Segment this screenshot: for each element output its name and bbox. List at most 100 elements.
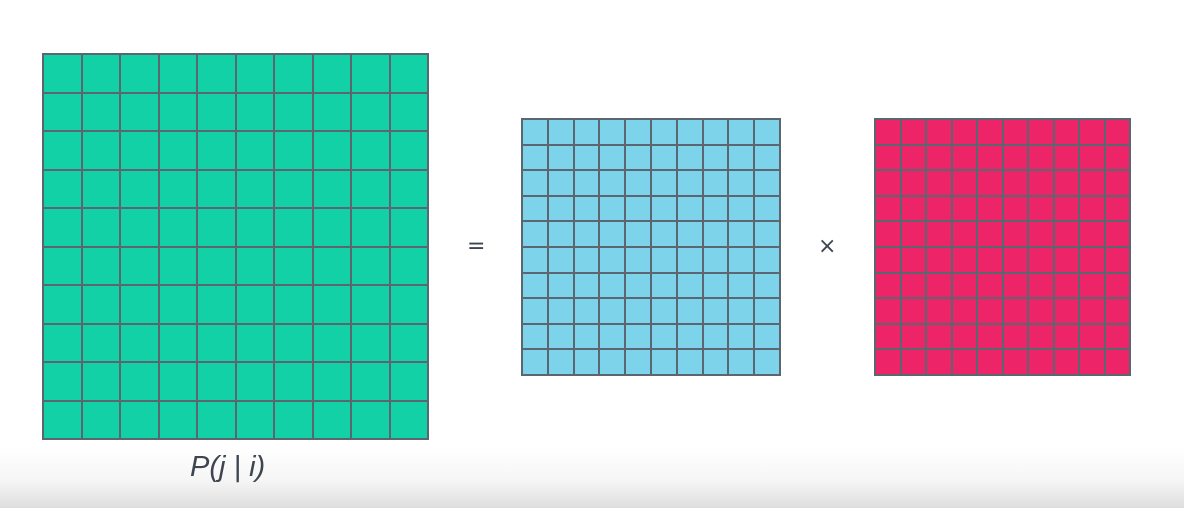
matrix-cell [1080, 350, 1104, 374]
matrix-cell [1054, 145, 1078, 170]
matrix-cell [198, 209, 235, 246]
matrix-cell [901, 196, 925, 221]
matrix-cell [1054, 222, 1078, 246]
matrix-cell [703, 120, 728, 144]
matrix-cell [352, 55, 389, 92]
matrix-cell [236, 170, 273, 207]
matrix-cell [574, 350, 599, 374]
matrix-cell [1029, 145, 1053, 170]
matrix-cell [755, 248, 779, 272]
matrix-cell [755, 273, 779, 298]
matrix-cell [390, 286, 427, 323]
matrix-cell [1080, 171, 1104, 195]
matrix-cell [677, 324, 702, 349]
matrix-cell [978, 196, 1002, 221]
matrix-cell [626, 222, 650, 246]
matrix-cell [82, 132, 119, 169]
matrix-cell [703, 196, 728, 221]
matrix-cell [729, 171, 754, 195]
matrix-cell [121, 401, 158, 438]
matrix-cell [651, 299, 676, 323]
matrix-cell [313, 286, 350, 323]
matrix-cell [1003, 299, 1027, 323]
matrix-cell [876, 248, 900, 272]
matrix-cell [927, 248, 951, 272]
matrix-cell [1029, 196, 1053, 221]
matrix-cell [1080, 145, 1104, 170]
matrix-cell [1054, 120, 1078, 144]
matrix-cell [952, 196, 976, 221]
matrix-cell [952, 145, 976, 170]
matrix-cell [198, 286, 235, 323]
matrix-cell [651, 171, 676, 195]
matrix-cell [159, 401, 196, 438]
matrix-cell [198, 401, 235, 438]
matrix-cell [677, 273, 702, 298]
matrix-cell [313, 93, 350, 130]
matrix-cell [1003, 145, 1027, 170]
matrix-cell [574, 324, 599, 349]
matrix-cell [82, 93, 119, 130]
matrix-cell [121, 170, 158, 207]
matrix-cell [390, 209, 427, 246]
matrix-cell [1003, 196, 1027, 221]
matrix-cell [352, 132, 389, 169]
matrix-cell [755, 145, 779, 170]
matrix-cell [44, 324, 81, 361]
matrix-cell [952, 350, 976, 374]
matrix-cell [703, 171, 728, 195]
matrix-cell [1105, 145, 1129, 170]
matrix-cell [677, 248, 702, 272]
matrix-cell [952, 171, 976, 195]
matrix-cell [1003, 350, 1027, 374]
matrix-cell [978, 120, 1002, 144]
matrix-cell [952, 120, 976, 144]
matrix-cell [1054, 196, 1078, 221]
matrix-cell [1105, 196, 1129, 221]
matrix-cell [121, 55, 158, 92]
matrix-cell [275, 170, 312, 207]
matrix-cell [755, 196, 779, 221]
matrix-cell [1054, 324, 1078, 349]
matrix-cell [121, 286, 158, 323]
matrix-cell [44, 55, 81, 92]
matrix-cell [1054, 299, 1078, 323]
matrix-cell [275, 55, 312, 92]
matrix-cell [729, 145, 754, 170]
matrix-cell [198, 170, 235, 207]
matrix-cell [82, 55, 119, 92]
matrix-cell [626, 171, 650, 195]
matrix-cell [82, 209, 119, 246]
equals-sign: = [467, 234, 486, 259]
matrix-cell [927, 299, 951, 323]
matrix-cell [198, 324, 235, 361]
matrix-cell [978, 299, 1002, 323]
matrix-cell [901, 350, 925, 374]
matrix-cell [651, 222, 676, 246]
matrix-cell [548, 324, 573, 349]
matrix-cell [548, 273, 573, 298]
matrix-cell [1080, 324, 1104, 349]
matrix-cell [44, 247, 81, 284]
matrix-cell [876, 145, 900, 170]
matrix-cell [523, 273, 547, 298]
matrix-cell [390, 247, 427, 284]
matrix-cell [574, 196, 599, 221]
matrix-cell [1003, 120, 1027, 144]
bottom-shade [0, 448, 1184, 508]
matrix-cell [574, 273, 599, 298]
matrix-cell [313, 55, 350, 92]
matrix-cell [313, 401, 350, 438]
matrix-cell [313, 132, 350, 169]
matrix-cell [1105, 324, 1129, 349]
matrix-cell [198, 247, 235, 284]
matrix-cell [703, 273, 728, 298]
matrix-cell [1003, 171, 1027, 195]
matrix-cell [198, 132, 235, 169]
matrix-cell [1105, 299, 1129, 323]
matrix-cell [44, 286, 81, 323]
matrix-cell [1029, 222, 1053, 246]
matrix-cell [677, 222, 702, 246]
matrix-cell [952, 324, 976, 349]
matrix-cell [352, 209, 389, 246]
